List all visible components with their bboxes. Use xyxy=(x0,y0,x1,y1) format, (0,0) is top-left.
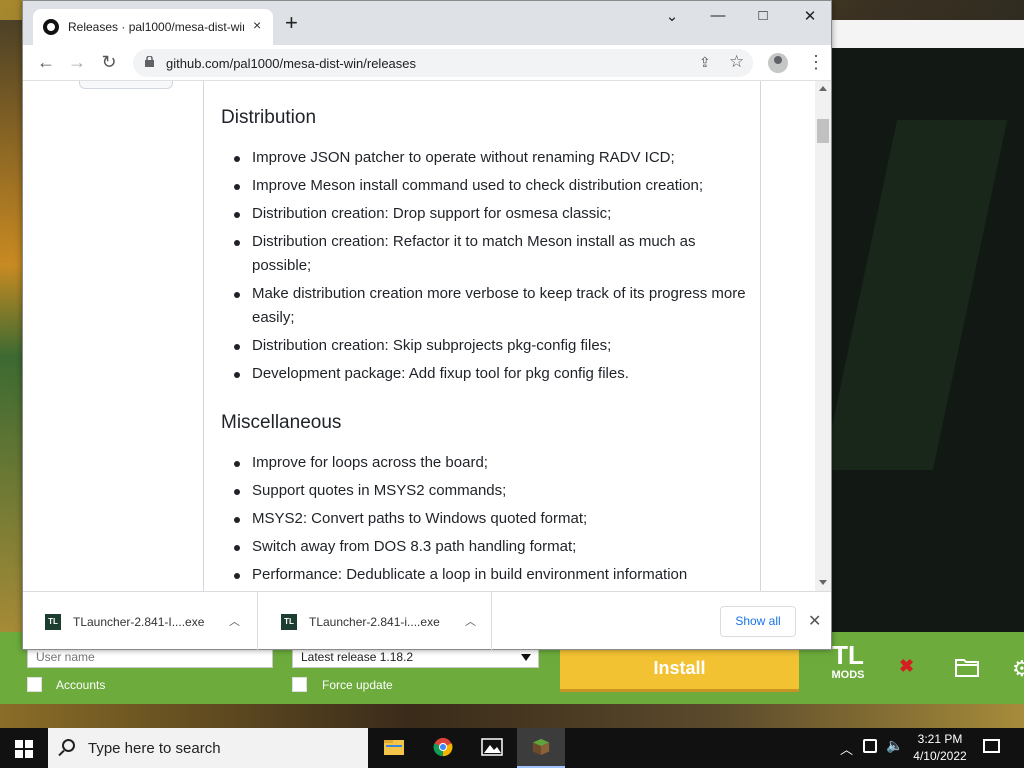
section-heading-distribution: Distribution xyxy=(221,107,317,128)
tab-search-icon[interactable]: ⌄ xyxy=(657,7,687,25)
search-icon xyxy=(62,739,75,752)
scroll-up-icon[interactable] xyxy=(819,86,827,91)
folder-icon[interactable] xyxy=(955,657,979,677)
forward-arrow-icon[interactable]: → xyxy=(66,52,88,72)
accounts-label: Accounts xyxy=(56,678,106,692)
page-content: Distribution Improve JSON patcher to ope… xyxy=(23,81,831,591)
accounts-checkbox[interactable] xyxy=(27,677,42,692)
show-all-button[interactable]: Show all xyxy=(720,606,796,637)
photos-app[interactable] xyxy=(468,728,516,768)
list-item: Distribution creation: Refactor it to ma… xyxy=(221,230,751,278)
bookmark-star-icon[interactable]: ☆ xyxy=(729,52,744,72)
version-select-value: Latest release 1.18.2 xyxy=(301,650,414,664)
windows-logo-icon xyxy=(15,740,23,748)
install-button[interactable]: Install xyxy=(560,646,799,692)
chevron-down-icon xyxy=(521,654,531,661)
taskbar: Type here to search ︿ 🔈 3:21 PM 4/10/202… xyxy=(0,728,1024,768)
file-explorer-app[interactable] xyxy=(370,728,418,768)
list-item: Distribution creation: Skip subprojects … xyxy=(221,334,751,358)
list-item: Make distribution creation more verbose … xyxy=(221,282,751,330)
chrome-icon xyxy=(433,737,453,757)
window-close-button[interactable]: ✕ xyxy=(795,7,825,25)
list-item: Switch away from DOS 8.3 path handling f… xyxy=(221,535,751,559)
downloads-bar: TL TLauncher-2.841-I....exe ︿ TL TLaunch… xyxy=(23,591,831,650)
list-item: MSYS2: Convert paths to Windows quoted f… xyxy=(221,507,751,531)
tab-strip: Releases · pal1000/mesa-dist-win × + ⌄ —… xyxy=(23,1,831,45)
network-icon[interactable] xyxy=(863,739,877,753)
sidebar-button[interactable] xyxy=(79,81,173,89)
new-tab-button[interactable]: + xyxy=(285,12,298,34)
gear-icon[interactable]: ⚙ xyxy=(1012,656,1024,682)
url-text: github.com/pal1000/mesa-dist-win/release… xyxy=(166,56,417,71)
minecraft-icon xyxy=(532,738,550,756)
minecraft-app[interactable] xyxy=(517,728,565,768)
search-placeholder: Type here to search xyxy=(88,740,221,757)
address-bar[interactable]: github.com/pal1000/mesa-dist-win/release… xyxy=(133,49,753,77)
release-notes: Distribution Improve JSON patcher to ope… xyxy=(203,81,761,591)
folder-icon xyxy=(384,740,404,755)
close-downloads-icon[interactable]: ✕ xyxy=(808,611,821,631)
chevron-up-icon[interactable]: ︿ xyxy=(229,613,240,629)
mods-logo-text: MODS xyxy=(831,669,865,681)
browser-toolbar: ← → ↻ github.com/pal1000/mesa-dist-win/r… xyxy=(23,45,831,81)
chrome-app[interactable] xyxy=(419,728,467,768)
tlauncher-file-icon: TL xyxy=(281,614,297,630)
list-item: Distribution creation: Drop support for … xyxy=(221,202,751,226)
download-filename: TLauncher-2.841-i....exe xyxy=(309,615,440,629)
clock-date: 4/10/2022 xyxy=(913,749,967,763)
reload-icon[interactable]: ↻ xyxy=(98,52,120,72)
list-item: Development package: Add fixup tool for … xyxy=(221,362,751,386)
download-filename: TLauncher-2.841-I....exe xyxy=(73,615,205,629)
force-update-label: Force update xyxy=(322,678,393,692)
profile-avatar[interactable] xyxy=(768,53,788,73)
background-window-titlebar xyxy=(832,20,1024,48)
maximize-button[interactable]: □ xyxy=(748,7,778,24)
chevron-up-icon[interactable]: ︿ xyxy=(465,613,476,629)
list-item: Improve Meson install command used to ch… xyxy=(221,174,751,198)
miscellaneous-list: Improve for loops across the board; Supp… xyxy=(221,451,751,591)
clock-time: 3:21 PM xyxy=(917,732,963,746)
scroll-thumb[interactable] xyxy=(817,119,829,143)
list-item: Improve for loops across the board; xyxy=(221,451,751,475)
photos-icon xyxy=(481,738,503,756)
tl-logo-text: TL xyxy=(832,640,864,670)
distribution-list: Improve JSON patcher to operate without … xyxy=(221,146,751,390)
share-icon[interactable]: ⇪ xyxy=(699,54,711,71)
tl-mods-button[interactable]: TL MODS xyxy=(826,642,870,692)
section-heading-miscellaneous: Miscellaneous xyxy=(221,412,342,433)
chrome-window: Releases · pal1000/mesa-dist-win × + ⌄ —… xyxy=(22,0,832,650)
list-item: Support quotes in MSYS2 commands; xyxy=(221,479,751,503)
list-item: Improve JSON patcher to operate without … xyxy=(221,146,751,170)
tab-close-icon[interactable]: × xyxy=(253,17,261,33)
system-clock[interactable]: 3:21 PM 4/10/2022 xyxy=(900,731,980,765)
github-icon xyxy=(43,19,59,35)
background-window-edge xyxy=(0,20,24,632)
notification-icon[interactable] xyxy=(983,739,1000,753)
download-item[interactable]: TL TLauncher-2.841-I....exe ︿ xyxy=(23,592,258,650)
minimize-button[interactable]: — xyxy=(703,7,733,24)
download-item[interactable]: TL TLauncher-2.841-i....exe ︿ xyxy=(259,592,492,650)
list-item: Performance: Dedublicate a loop in build… xyxy=(221,563,751,587)
tab-releases[interactable]: Releases · pal1000/mesa-dist-win × xyxy=(33,9,273,45)
scroll-down-icon[interactable] xyxy=(819,580,827,585)
force-update-checkbox[interactable] xyxy=(292,677,307,692)
tlauncher-file-icon: TL xyxy=(45,614,61,630)
back-arrow-icon[interactable]: ← xyxy=(35,52,57,72)
tab-title: Releases · pal1000/mesa-dist-win xyxy=(68,20,244,34)
lock-icon[interactable] xyxy=(145,56,154,67)
page-scrollbar[interactable] xyxy=(815,81,831,591)
close-red-icon[interactable]: ✖ xyxy=(899,656,914,677)
taskbar-search[interactable]: Type here to search xyxy=(48,728,368,768)
start-button[interactable] xyxy=(0,728,48,768)
chevron-up-icon[interactable]: ︿ xyxy=(840,739,853,758)
more-menu-icon[interactable]: ⋮ xyxy=(807,52,825,73)
